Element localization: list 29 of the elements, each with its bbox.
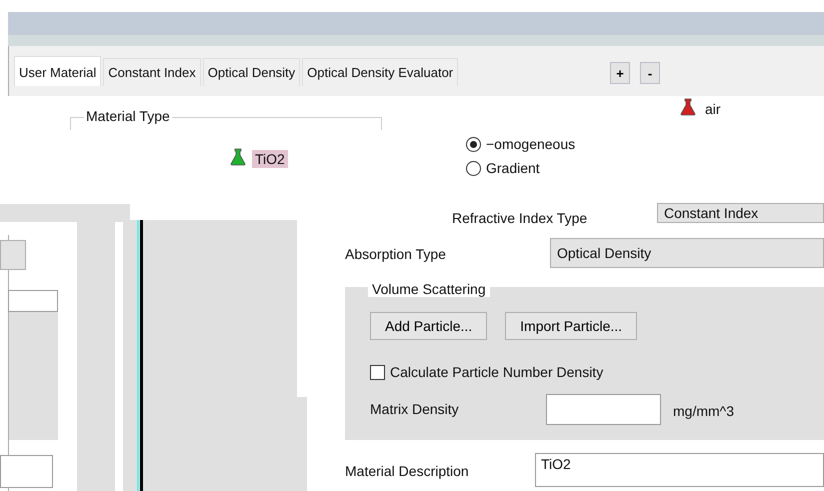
unit-label: mg/mm^3	[673, 403, 734, 419]
field-label: Matrix Density	[370, 401, 459, 417]
tree-item[interactable]: TiO2	[252, 150, 288, 168]
field-label: Refractive Index Type	[452, 210, 588, 226]
tab[interactable]: Constant Index	[103, 58, 201, 86]
radio-option[interactable]: −omogeneous	[466, 136, 576, 152]
group-title: Material Type	[84, 108, 172, 124]
particle-button[interactable]: Import Particle...	[505, 312, 638, 340]
input-field[interactable]	[546, 394, 661, 425]
flask-icon	[680, 98, 696, 116]
flask-icon	[230, 148, 246, 166]
tab[interactable]: Optical Density Evaluator	[302, 58, 458, 86]
radio-option[interactable]: Gradient	[466, 160, 576, 176]
splitter-bar[interactable]	[137, 220, 143, 491]
input-field[interactable]	[0, 455, 53, 488]
dropdown[interactable]: Optical Density	[550, 238, 824, 268]
group-title: Volume Scattering	[368, 281, 490, 297]
particle-button[interactable]: Add Particle...	[370, 312, 488, 340]
tree-item[interactable]: air	[702, 100, 724, 118]
collapse-button[interactable]: -	[640, 62, 660, 84]
field-label: Absorption Type	[345, 246, 446, 262]
checkbox-option[interactable]: Calculate Particle Number Density	[370, 364, 604, 380]
tab[interactable]: Optical Density	[202, 58, 300, 86]
dropdown[interactable]: Constant Index	[657, 203, 824, 223]
field-label: Material Description	[345, 463, 469, 479]
tab[interactable]: User Material	[14, 56, 102, 86]
input-field[interactable]	[8, 290, 58, 312]
input-field[interactable]: TiO2	[535, 453, 824, 487]
expand-button[interactable]: +	[610, 62, 630, 84]
